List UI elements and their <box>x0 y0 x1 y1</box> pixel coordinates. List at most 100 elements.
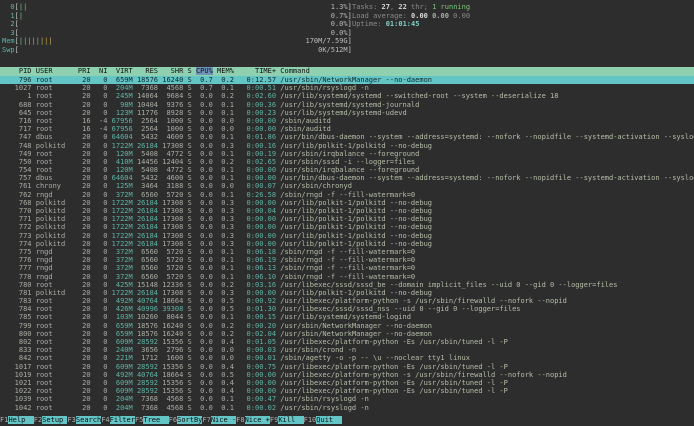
cell-shr: 2796 <box>162 346 183 354</box>
process-row[interactable]: 1019 root 20 0 492M 40764 18664 S 0.0 0.… <box>0 371 694 379</box>
meter-bar-yellow: ||| <box>40 37 53 45</box>
fnkey-nice[interactable]: F7Nice - <box>202 416 236 424</box>
cell-time: 0:00.00 <box>238 166 276 174</box>
process-row[interactable]: 1 root 20 0 245M 14064 9684 S 0.0 0.2 0:… <box>0 92 694 100</box>
col-shr[interactable]: SHR <box>162 67 183 75</box>
process-row[interactable]: 1021 root 20 0 609M 28592 15356 S 0.0 0.… <box>0 379 694 387</box>
process-row[interactable]: 799 root 20 0 659M 18576 16240 S 0.0 0.2… <box>0 322 694 330</box>
cell-state: S <box>188 232 192 240</box>
process-row[interactable]: 1017 root 20 0 609M 28592 15356 S 0.0 0.… <box>0 363 694 371</box>
cell-mem: 0.3 <box>217 207 234 215</box>
cell-command: /usr/bin/dbus-daemon --system --address=… <box>280 174 694 182</box>
cell-virt: 492M <box>112 371 133 379</box>
cell-mem: 0.1 <box>217 133 234 141</box>
cell-time: 0:00.20 <box>238 322 276 330</box>
process-row[interactable]: 770 polkitd 20 0 1722M 26184 17308 S 0.0… <box>0 207 694 215</box>
process-row[interactable]: 771 polkitd 20 0 1722M 26184 17308 S 0.0… <box>0 215 694 223</box>
cell-virt: 372M <box>112 191 133 199</box>
col-mem[interactable]: MEM% <box>217 67 234 75</box>
load-average-label: Load average: <box>352 12 411 20</box>
cell-command: /usr/lib/polkit-1/polkitd --no-debug <box>280 142 432 150</box>
process-row[interactable]: 785 root 20 0 103M 10260 8044 S 0.0 0.1 … <box>0 313 694 321</box>
process-row[interactable]: 774 polkitd 20 0 1722M 26184 17308 S 0.0… <box>0 240 694 248</box>
process-row[interactable]: 781 polkitd 20 0 1722M 26184 17308 S 0.0… <box>0 289 694 297</box>
process-row[interactable]: 796 root 20 0 659M 18576 16240 S 0.7 0.2… <box>0 76 694 84</box>
cell-pid: 757 <box>2 174 32 182</box>
col-ni[interactable]: NI <box>95 67 108 75</box>
cell-pri: 20 <box>78 354 91 362</box>
process-row[interactable]: 777 rngd 20 0 372M 6560 5720 S 0.0 0.1 0… <box>0 264 694 272</box>
cell-pid: 842 <box>2 354 32 362</box>
cpu-meter-2: 2[ 0.0%] <box>2 20 352 29</box>
process-row[interactable]: 768 polkitd 20 0 1722M 26184 17308 S 0.0… <box>0 199 694 207</box>
process-row[interactable]: 783 root 20 0 492M 40764 18664 S 0.0 0.5… <box>0 297 694 305</box>
cell-time: 0:02.60 <box>238 92 276 100</box>
process-row[interactable]: 688 root 20 0 98M 10404 9376 S 0.0 0.1 0… <box>0 101 694 109</box>
col-command[interactable]: Command <box>280 67 310 75</box>
process-row[interactable]: 800 root 20 0 659M 18576 16240 S 0.0 0.2… <box>0 330 694 338</box>
fnkey-quit[interactable]: F10Quit <box>304 416 342 424</box>
fnkey-help[interactable]: F1Help <box>0 416 34 424</box>
process-row[interactable]: 1022 root 20 0 609M 28592 15356 S 0.0 0.… <box>0 387 694 395</box>
process-row[interactable]: 1039 root 20 0 204M 7368 4568 S 0.0 0.1 … <box>0 395 694 403</box>
process-row[interactable]: 802 root 20 0 609M 28592 15356 S 0.0 0.4… <box>0 338 694 346</box>
process-row[interactable]: 1027 root 20 0 204M 7368 4568 S 0.7 0.1 … <box>0 84 694 92</box>
process-row[interactable]: 747 dbus 20 0 64604 5432 4600 S 0.0 0.1 … <box>0 133 694 141</box>
col-cpu[interactable]: CPU% <box>196 67 213 75</box>
process-row[interactable]: 842 root 20 0 221M 1712 1600 S 0.0 0.0 0… <box>0 354 694 362</box>
process-row[interactable]: 762 rngd 20 0 372M 6560 5720 S 0.0 0.1 0… <box>0 191 694 199</box>
fnkey-tree[interactable]: F5Tree <box>135 416 169 424</box>
cell-res: 14456 <box>137 158 158 166</box>
fnkey-kill[interactable]: F9Kill <box>270 416 304 424</box>
cell-virt: 123M <box>112 109 133 117</box>
cell-mem: 0.0 <box>217 354 234 362</box>
process-row[interactable]: 776 rngd 20 0 372M 6560 5720 S 0.0 0.1 0… <box>0 256 694 264</box>
process-row[interactable]: 784 root 20 0 426M 40996 39308 S 0.0 0.5… <box>0 305 694 313</box>
process-row[interactable]: 748 polkitd 20 0 1722M 26184 17308 S 0.0… <box>0 142 694 150</box>
process-row[interactable]: 645 root 20 0 123M 11776 8928 S 0.0 0.1 … <box>0 109 694 117</box>
fnkey-sortby[interactable]: F6SortBy <box>169 416 203 424</box>
col-res[interactable]: RES <box>137 67 158 75</box>
process-row[interactable]: 833 root 20 0 240M 3656 2796 S 0.0 0.0 0… <box>0 346 694 354</box>
cell-cpu: 0.0 <box>196 322 213 330</box>
process-row[interactable]: 772 polkitd 20 0 1722M 26184 17308 S 0.0… <box>0 223 694 231</box>
meter-value: 0K/512M <box>318 46 348 54</box>
col-virt[interactable]: VIRT <box>112 67 133 75</box>
fnkey-filter[interactable]: F4Filter <box>101 416 135 424</box>
process-row[interactable]: 749 root 20 0 120M 5408 4772 S 0.0 0.1 0… <box>0 150 694 158</box>
process-row[interactable]: 754 root 20 0 120M 5408 4772 S 0.0 0.1 0… <box>0 166 694 174</box>
cell-command: /usr/lib/polkit-1/polkitd --no-debug <box>280 223 432 231</box>
col-time[interactable]: TIME+ <box>238 67 276 75</box>
col-s[interactable]: S <box>188 67 192 75</box>
process-row[interactable]: 750 root 20 0 410M 14456 12404 S 0.0 0.2… <box>0 158 694 166</box>
cell-shr: 3188 <box>162 182 183 190</box>
process-row[interactable]: 716 root 16 -4 67956 2564 1000 S 0.0 0.0… <box>0 117 694 125</box>
process-row[interactable]: 780 root 20 0 425M 15148 12336 S 0.0 0.2… <box>0 281 694 289</box>
cell-user: rngd <box>36 256 74 264</box>
cell-pri: 20 <box>78 142 91 150</box>
process-row[interactable]: 717 root 16 -4 67956 2564 1000 S 0.0 0.0… <box>0 125 694 133</box>
cell-pid: 775 <box>2 248 32 256</box>
cell-cpu: 0.0 <box>196 150 213 158</box>
cell-shr: 17308 <box>162 142 183 150</box>
fnkey-setup[interactable]: F2Setup <box>34 416 68 424</box>
col-pri[interactable]: PRI <box>78 67 91 75</box>
fnkey-search[interactable]: F3Search <box>67 416 101 424</box>
cell-pri: 20 <box>78 174 91 182</box>
fnkey-nice[interactable]: F8Nice + <box>236 416 270 424</box>
fn-key-number: F4 <box>101 416 109 424</box>
cell-time: 0:00.00 <box>238 387 276 395</box>
process-row[interactable]: 773 polkitd 20 0 1722M 26184 17308 S 0.0… <box>0 232 694 240</box>
col-pid[interactable]: PID <box>2 67 32 75</box>
process-row[interactable]: 757 dbus 20 0 64604 5432 4600 S 0.0 0.1 … <box>0 174 694 182</box>
process-row[interactable]: 778 rngd 20 0 372M 6560 5720 S 0.0 0.1 0… <box>0 273 694 281</box>
cell-ni: 0 <box>95 232 108 240</box>
process-row[interactable]: 1042 root 20 0 204M 7368 4568 S 0.0 0.1 … <box>0 404 694 412</box>
cell-virt: 98M <box>112 101 133 109</box>
cell-user: chrony <box>36 182 74 190</box>
col-user[interactable]: USER <box>36 67 74 75</box>
cell-ni: 0 <box>95 142 108 150</box>
process-row[interactable]: 761 chrony 20 0 125M 3464 3188 S 0.0 0.0… <box>0 182 694 190</box>
process-row[interactable]: 775 rngd 20 0 372M 6560 5720 S 0.0 0.1 0… <box>0 248 694 256</box>
cell-command: /usr/libexec/platform-python -Es /usr/sb… <box>280 379 508 387</box>
